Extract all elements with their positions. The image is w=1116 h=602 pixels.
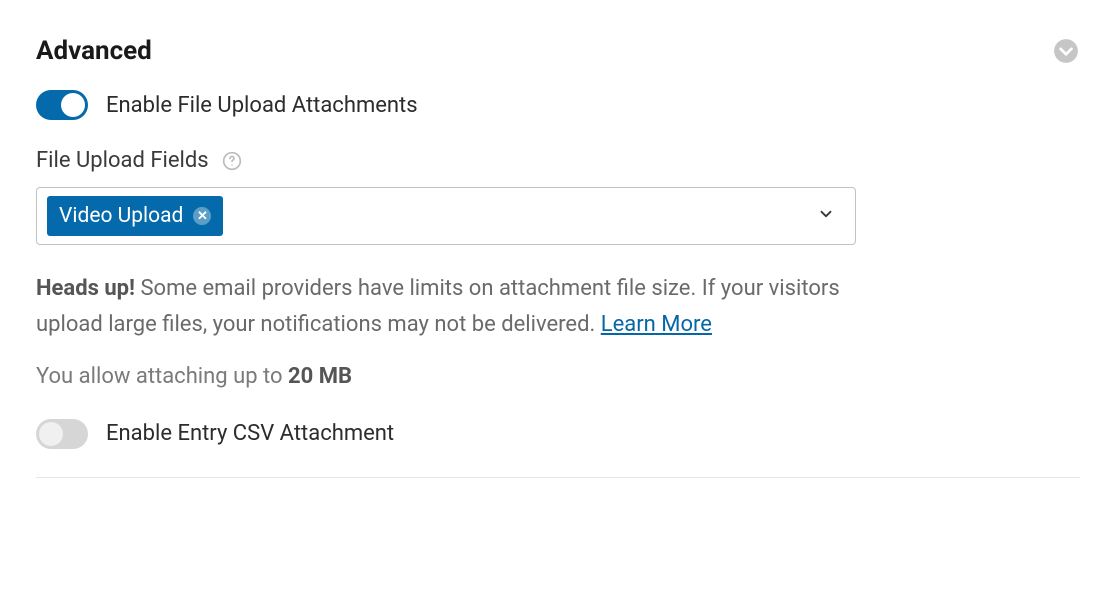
file-upload-fields-label: File Upload Fields <box>36 148 209 173</box>
toggle-knob <box>39 422 63 446</box>
enable-csv-label: Enable Entry CSV Attachment <box>106 421 394 446</box>
limit-prefix: You allow attaching up to <box>36 364 288 389</box>
warning-body: Some email providers have limits on atta… <box>36 276 840 337</box>
chip-label: Video Upload <box>59 204 183 228</box>
file-upload-fields-select[interactable]: Video Upload ✕ <box>36 187 856 245</box>
limit-value: 20 MB <box>288 364 352 389</box>
enable-file-upload-label: Enable File Upload Attachments <box>106 93 418 118</box>
toggle-knob <box>61 93 85 117</box>
chevron-down-icon <box>817 205 835 227</box>
csv-attachment-row: Enable Entry CSV Attachment <box>36 419 1080 449</box>
section-title: Advanced <box>36 36 152 66</box>
advanced-section: Advanced Enable File Upload Attachments … <box>36 36 1080 449</box>
file-upload-attachments-row: Enable File Upload Attachments <box>36 90 1080 120</box>
warning-text: Heads up! Some email providers have limi… <box>36 271 856 344</box>
file-upload-fields-label-row: File Upload Fields <box>36 148 1080 173</box>
learn-more-link[interactable]: Learn More <box>601 312 712 337</box>
section-header: Advanced <box>36 36 1080 66</box>
selected-chip-video-upload: Video Upload ✕ <box>47 196 223 236</box>
chip-area: Video Upload ✕ <box>47 196 223 236</box>
help-icon[interactable] <box>221 150 243 172</box>
enable-file-upload-toggle[interactable] <box>36 90 88 120</box>
collapse-icon[interactable] <box>1052 37 1080 65</box>
warning-prefix: Heads up! <box>36 276 135 301</box>
attachment-limit-text: You allow attaching up to 20 MB <box>36 364 1080 389</box>
divider <box>36 477 1080 478</box>
chip-remove-icon[interactable]: ✕ <box>193 207 211 225</box>
enable-csv-toggle[interactable] <box>36 419 88 449</box>
